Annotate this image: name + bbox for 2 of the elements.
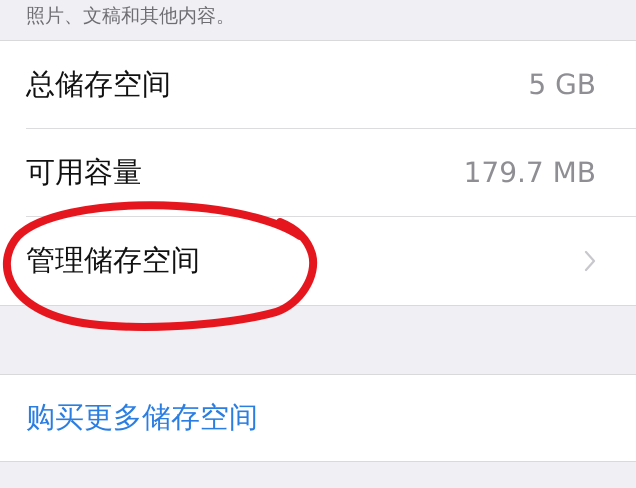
chevron-icon <box>584 250 596 272</box>
section-footer-text: 照片、文稿和其他内容。 <box>26 4 235 28</box>
